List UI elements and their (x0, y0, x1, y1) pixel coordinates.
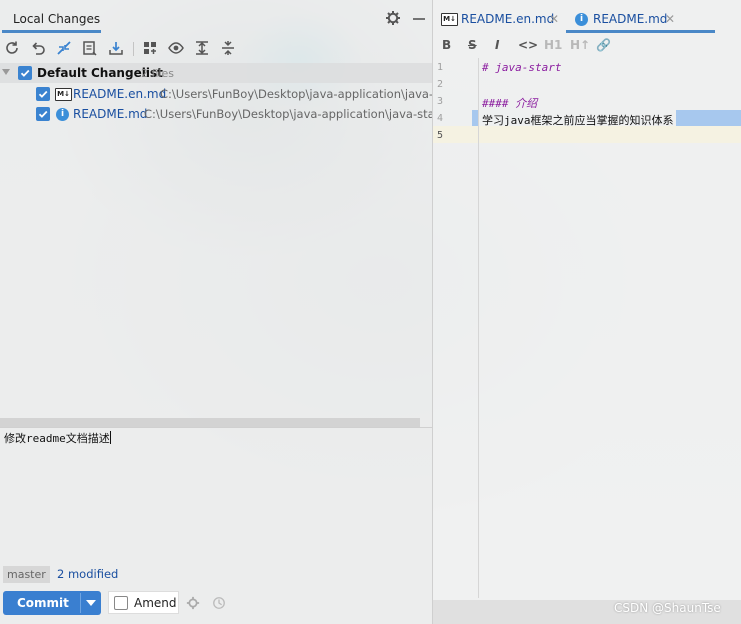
editor-tabs: M↓ README.en.md ✕ i README.md ✕ (433, 0, 741, 33)
refresh-icon[interactable] (4, 40, 20, 56)
amend-checkbox-box[interactable] (114, 596, 128, 610)
markdown-icon: M↓ (55, 88, 72, 101)
markdown-format-bar: B S I <> H1 H↑ 🔗 (433, 34, 741, 58)
diff-icon[interactable] (56, 40, 72, 56)
file-path: C:\Users\FunBoy\Desktop\java-application… (144, 107, 432, 121)
changelist-count: 2 files (141, 67, 174, 80)
line-number: 2 (437, 79, 444, 90)
changes-toolbar (0, 34, 432, 62)
commit-button-separator (80, 593, 81, 613)
watermark: CSDN @ShaunTse (614, 601, 721, 615)
horizontal-scrollbar[interactable] (0, 418, 420, 427)
branch-label[interactable]: master (3, 566, 50, 583)
commit-options-gear-icon[interactable] (186, 596, 200, 610)
info-icon: i (575, 13, 588, 26)
bold-button[interactable]: B (442, 38, 451, 52)
tab-label: README.md (593, 12, 668, 26)
changelist-group[interactable]: Default Changelist 2 files (0, 63, 432, 83)
line-number: 5 (437, 130, 444, 141)
amend-checkbox[interactable]: Amend (108, 591, 179, 614)
amend-label: Amend (134, 596, 177, 610)
info-icon: i (56, 108, 69, 121)
panel-header: Local Changes (0, 0, 432, 33)
line-number: 4 (437, 113, 444, 124)
current-line-highlight (433, 126, 741, 143)
commit-message-input[interactable]: 修改readme文档描述 (4, 430, 111, 446)
minimize-icon[interactable] (411, 10, 427, 26)
file-name: README.md (73, 107, 148, 121)
code-button[interactable]: <> (518, 38, 538, 52)
expand-all-icon[interactable] (194, 40, 210, 56)
commit-button-label: Commit (17, 596, 69, 610)
tab-local-changes[interactable]: Local Changes (6, 8, 107, 32)
active-tab-indicator (566, 30, 715, 33)
line-number: 1 (437, 62, 444, 73)
close-icon[interactable]: ✕ (665, 12, 675, 26)
code-line-heading[interactable]: # java-start (482, 61, 561, 74)
text-caret (109, 431, 111, 444)
close-icon[interactable]: ✕ (549, 12, 559, 26)
file-checkbox[interactable] (36, 87, 50, 101)
expand-arrow-icon[interactable] (2, 69, 10, 75)
local-changes-panel: Local Changes Default Changelist 2 files… (0, 0, 432, 624)
modified-count-link[interactable]: 2 modified (57, 567, 118, 581)
gear-icon[interactable] (385, 10, 401, 26)
tab-readme-en[interactable]: M↓ README.en.md ✕ (441, 7, 566, 31)
file-checkbox[interactable] (36, 107, 50, 121)
file-row[interactable]: i README.md C:\Users\FunBoy\Desktop\java… (0, 104, 432, 124)
gutter-separator (478, 58, 479, 598)
eye-icon[interactable] (168, 40, 184, 56)
shelve-icon[interactable] (108, 40, 124, 56)
italic-button[interactable]: I (495, 38, 499, 52)
tab-label: README.en.md (461, 12, 555, 26)
changelist-icon[interactable] (82, 40, 98, 56)
tab-readme[interactable]: i README.md ✕ (573, 7, 715, 31)
chevron-down-icon[interactable] (86, 600, 96, 606)
history-clock-icon[interactable] (212, 596, 226, 610)
group-by-icon[interactable] (142, 40, 158, 56)
header-increase-button[interactable]: H↑ (570, 38, 590, 52)
rollback-icon[interactable] (30, 40, 46, 56)
commit-message-text: 修改readme文档描述 (4, 432, 110, 445)
header1-button[interactable]: H1 (544, 38, 562, 52)
file-path: C:\Users\FunBoy\Desktop\java-application… (160, 87, 432, 101)
file-name: README.en.md (73, 87, 167, 101)
strikethrough-button[interactable]: S (468, 38, 477, 52)
collapse-all-icon[interactable] (220, 40, 236, 56)
markdown-icon: M↓ (441, 13, 458, 26)
splitter[interactable] (0, 427, 432, 428)
line-number: 3 (437, 96, 444, 107)
tab-underline (2, 30, 101, 33)
code-line-subheading[interactable]: #### 介绍 (482, 95, 537, 111)
link-icon[interactable]: 🔗 (596, 38, 611, 52)
toolbar-separator (133, 42, 134, 56)
commit-button[interactable]: Commit (3, 591, 101, 615)
editor-panel: M↓ README.en.md ✕ i README.md ✕ B S I <>… (433, 0, 741, 624)
code-line-text[interactable]: 学习java框架之前应当掌握的知识体系 (482, 112, 674, 128)
file-row[interactable]: M↓ README.en.md C:\Users\FunBoy\Desktop\… (0, 84, 432, 104)
text-selection (676, 110, 741, 126)
changelist-checkbox[interactable] (18, 66, 32, 80)
